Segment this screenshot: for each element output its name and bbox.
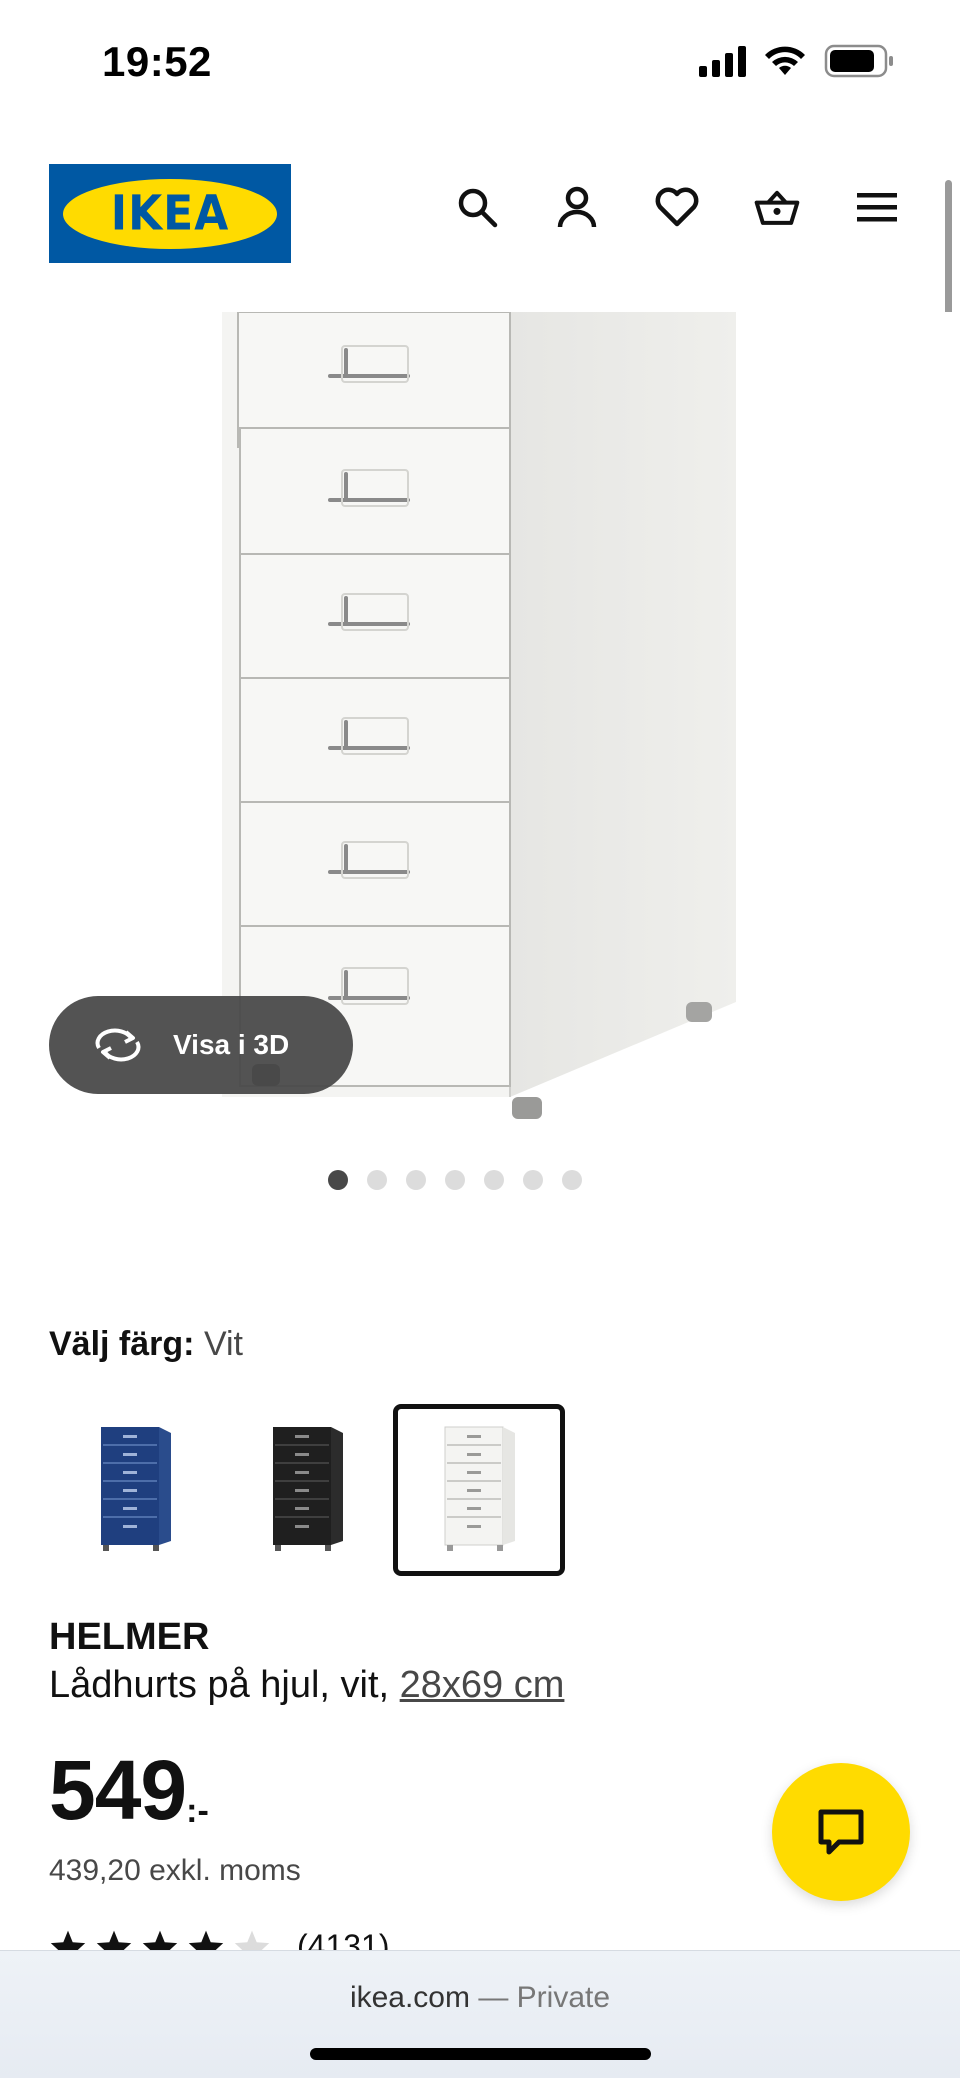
gallery-dot-2[interactable] xyxy=(367,1170,387,1190)
cellular-signal-icon xyxy=(699,45,746,77)
price-value: 549 xyxy=(49,1743,187,1837)
swatch-white[interactable] xyxy=(393,1404,565,1576)
wifi-icon xyxy=(765,46,805,75)
status-icons xyxy=(699,44,894,78)
product-price: 549 :- xyxy=(49,1748,209,1832)
gallery-dot-4[interactable] xyxy=(445,1170,465,1190)
rotate-3d-icon xyxy=(95,1028,141,1062)
account-button[interactable] xyxy=(554,184,600,230)
gallery-dot-6[interactable] xyxy=(523,1170,543,1190)
color-swatches xyxy=(49,1404,565,1576)
gallery-dot-7[interactable] xyxy=(562,1170,582,1190)
url-separator: — xyxy=(478,1981,509,2014)
drawer-thumbnail-black xyxy=(273,1427,343,1551)
account-icon xyxy=(557,186,597,228)
status-time: 19:52 xyxy=(102,38,212,85)
color-select-value: Vit xyxy=(203,1325,244,1363)
swatch-blue[interactable] xyxy=(49,1404,221,1576)
basket-button[interactable] xyxy=(754,184,800,230)
product-name: HELMER xyxy=(49,1616,210,1658)
url-domain: ikea.com xyxy=(349,1981,470,2014)
search-button[interactable] xyxy=(454,184,500,230)
price-suffix: :- xyxy=(186,1792,209,1830)
price-excl-vat: 439,20 exkl. moms xyxy=(49,1854,301,1887)
view-in-3d-button[interactable]: Visa i 3D xyxy=(49,996,353,1094)
color-select-label: Välj färg: Vit xyxy=(49,1325,243,1364)
drawer-thumbnail-white xyxy=(444,1426,515,1551)
search-icon xyxy=(458,188,498,228)
heart-icon xyxy=(655,187,699,227)
url-display[interactable]: ikea.com — Private xyxy=(0,1981,960,2015)
swatch-black[interactable] xyxy=(221,1404,393,1576)
site-header: IKEA xyxy=(0,164,960,264)
chat-icon xyxy=(818,1809,864,1855)
logo-oval: IKEA xyxy=(63,178,277,249)
gallery-dot-3[interactable] xyxy=(406,1170,426,1190)
gallery-pagination xyxy=(0,1170,960,1190)
ikea-logo[interactable]: IKEA xyxy=(49,164,291,263)
product-description: Lådhurts på hjul, vit, 28x69 cm xyxy=(49,1664,564,1707)
basket-icon xyxy=(754,190,800,225)
product-gallery[interactable]: Visa i 3D xyxy=(0,312,960,1142)
chat-button[interactable] xyxy=(772,1763,910,1901)
header-nav xyxy=(454,184,900,230)
logo-text: IKEA xyxy=(110,185,230,242)
gallery-dot-5[interactable] xyxy=(484,1170,504,1190)
browser-address-bar: ikea.com — Private xyxy=(0,1950,960,2078)
browsing-mode: Private xyxy=(516,1981,611,2014)
color-select-title: Välj färg: xyxy=(49,1325,195,1363)
wishlist-button[interactable] xyxy=(654,184,700,230)
status-bar: 19:52 xyxy=(0,0,960,120)
drawer-thumbnail-blue xyxy=(101,1427,171,1551)
view-in-3d-label: Visa i 3D xyxy=(173,1029,290,1060)
menu-button[interactable] xyxy=(854,184,900,230)
product-description-text: Lådhurts på hjul, vit, xyxy=(49,1664,390,1706)
battery-icon xyxy=(824,44,893,78)
product-size-link[interactable]: 28x69 cm xyxy=(400,1664,565,1706)
menu-icon xyxy=(857,193,897,222)
gallery-dot-1[interactable] xyxy=(328,1170,348,1190)
home-indicator[interactable] xyxy=(310,2048,651,2060)
